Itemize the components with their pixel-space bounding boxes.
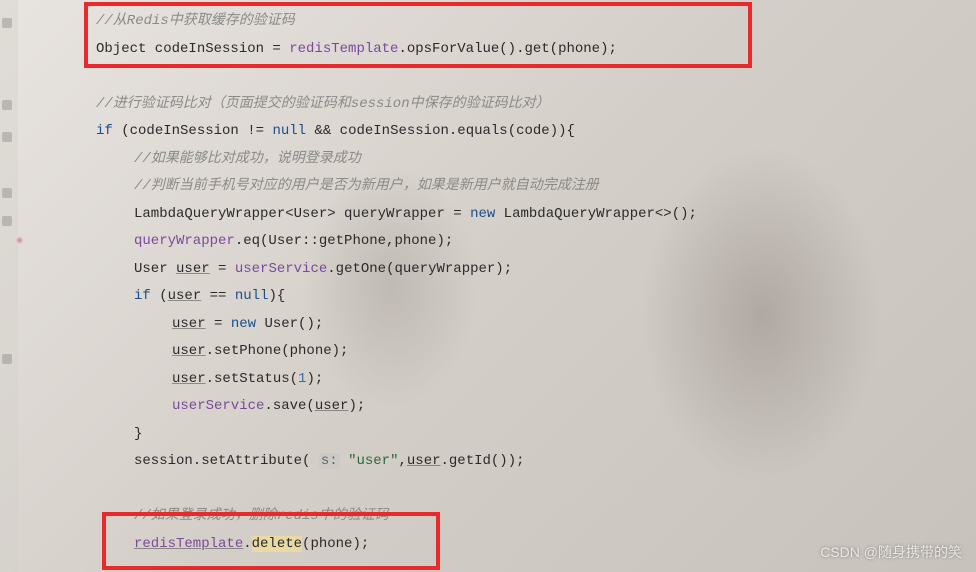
- param-hint: s:: [319, 453, 340, 469]
- code-line: //如果登录成功，删除redis中的验证码: [0, 503, 976, 531]
- code-line: LambdaQueryWrapper<User> queryWrapper = …: [0, 201, 976, 229]
- code-line: //从Redis中获取缓存的验证码: [0, 8, 976, 36]
- code-area: //从Redis中获取缓存的验证码 Object codeInSession =…: [0, 0, 976, 558]
- code-line: User user = userService.getOne(queryWrap…: [0, 256, 976, 284]
- code-line: user.setPhone(phone);: [0, 338, 976, 366]
- code-line: [0, 63, 976, 91]
- code-line: user.setStatus(1);: [0, 366, 976, 394]
- code-line: redisTemplate.delete(phone);: [0, 531, 976, 559]
- code-line: [0, 476, 976, 504]
- comment: //进行验证码比对（页面提交的验证码和session中保存的验证码比对）: [96, 96, 550, 112]
- code-line: session.setAttribute( s: "user",user.get…: [0, 448, 976, 476]
- comment: //从Redis中获取缓存的验证码: [96, 13, 295, 29]
- code-line: //如果能够比对成功，说明登录成功: [0, 146, 976, 174]
- code-line: if (user == null){: [0, 283, 976, 311]
- code-line: if (codeInSession != null && codeInSessi…: [0, 118, 976, 146]
- code-line: userService.save(user);: [0, 393, 976, 421]
- code-line: user = new User();: [0, 311, 976, 339]
- comment: //如果能够比对成功，说明登录成功: [134, 151, 361, 167]
- comment: //判断当前手机号对应的用户是否为新用户，如果是新用户就自动完成注册: [134, 178, 599, 194]
- code-line: //判断当前手机号对应的用户是否为新用户，如果是新用户就自动完成注册: [0, 173, 976, 201]
- code-line: Object codeInSession = redisTemplate.ops…: [0, 36, 976, 64]
- code-line: queryWrapper.eq(User::getPhone,phone);: [0, 228, 976, 256]
- code-line: //进行验证码比对（页面提交的验证码和session中保存的验证码比对）: [0, 91, 976, 119]
- code-line: }: [0, 421, 976, 449]
- comment: //如果登录成功，删除redis中的验证码: [134, 508, 389, 524]
